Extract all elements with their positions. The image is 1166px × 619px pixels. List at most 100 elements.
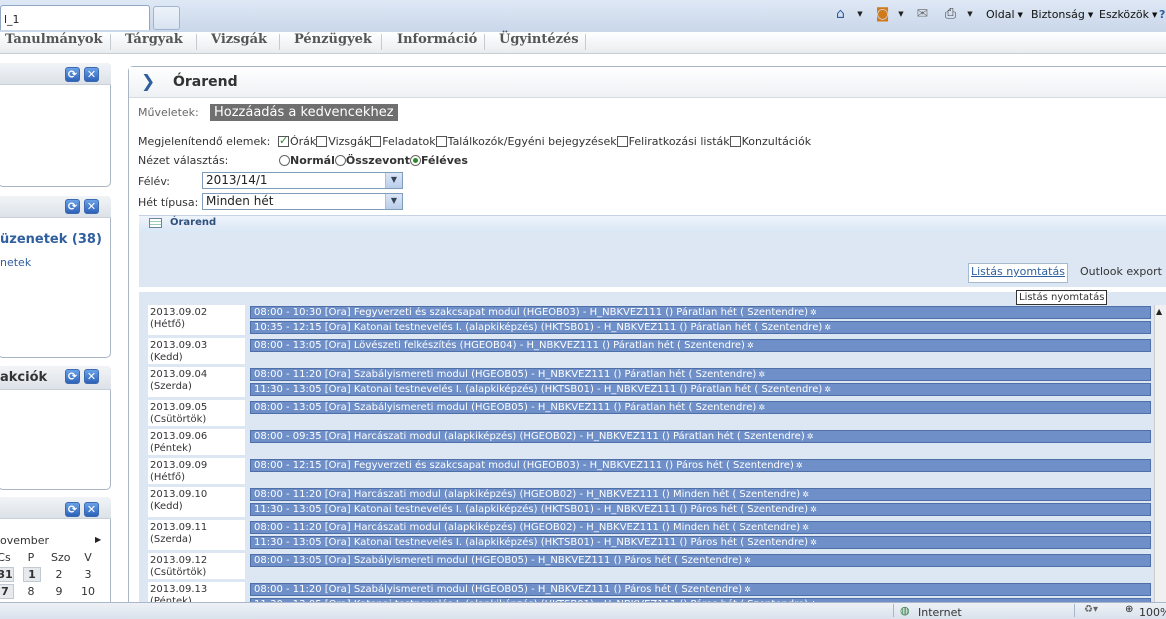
schedule-event[interactable]: 08:00 - 13:05 [Óra] Szabályismereti modu… <box>250 401 1151 414</box>
home-dropdown-icon[interactable]: ▼ <box>856 6 864 22</box>
radio-icon[interactable] <box>279 155 290 166</box>
checkbox-icon[interactable] <box>316 136 328 147</box>
add-to-favorites-button[interactable]: Hozzáadás a kedvencekhez <box>210 104 398 121</box>
close-icon[interactable]: ✕ <box>84 199 99 214</box>
menu-tanulmanyok[interactable]: Tanulmányok <box>5 32 103 53</box>
schedule-event[interactable]: 08:00 - 11:20 [Óra] Harcászati modul (al… <box>250 521 1151 534</box>
checkbox-icon[interactable] <box>435 136 447 147</box>
schedule-event[interactable]: 11:30 - 13:05 [Óra] Katonai testnevelés … <box>250 383 1151 396</box>
info-icon[interactable]: ✲ <box>810 505 817 514</box>
checkbox-feladatok[interactable]: Feladatok <box>370 135 436 148</box>
refresh-icon[interactable]: ⟳ <box>65 67 80 82</box>
week-type-select[interactable]: Minden hét ▼ <box>202 193 403 210</box>
semester-select[interactable]: 2013/14/1 ▼ <box>202 172 403 189</box>
info-icon[interactable]: ✲ <box>824 385 831 394</box>
checkbox-orak[interactable]: Órák <box>278 134 316 148</box>
checkbox-icon[interactable] <box>370 136 382 147</box>
info-icon[interactable]: ✲ <box>758 403 765 412</box>
menu-vizsgak[interactable]: Vizsgák <box>211 32 267 53</box>
chevron-down-icon[interactable]: ▼ <box>385 173 402 188</box>
schedule-event[interactable]: 08:00 - 11:20 [Óra] Harcászati modul (al… <box>250 488 1151 501</box>
calendar-day[interactable]: 8 <box>23 585 39 598</box>
new-tab-button[interactable] <box>153 6 180 30</box>
schedule-event[interactable]: 08:00 - 10:30 [Óra] Fegyverzeti és szakc… <box>250 306 1151 319</box>
info-icon[interactable]: ✲ <box>744 585 751 594</box>
schedule-event[interactable]: 08:00 - 13:05 [Óra] Szabályismereti modu… <box>250 554 1151 567</box>
calendar-day[interactable]: 7 <box>0 584 14 599</box>
info-icon[interactable]: ✲ <box>810 538 817 547</box>
rss-icon[interactable]: ◙ <box>874 6 891 22</box>
tools-menu[interactable]: Eszközök ▼ <box>1099 8 1157 21</box>
checkbox-icon[interactable] <box>729 136 741 147</box>
zoom-level[interactable]: 100% <box>1139 606 1166 619</box>
info-icon[interactable]: ✲ <box>796 461 803 470</box>
info-icon[interactable]: ✲ <box>744 556 751 565</box>
mail-icon[interactable]: ✉ <box>914 6 931 22</box>
radio-feleves[interactable]: Féléves <box>409 154 468 167</box>
info-icon[interactable]: ✲ <box>758 370 765 379</box>
print-icon[interactable]: ⎙ <box>942 6 959 22</box>
info-icon[interactable]: ✲ <box>824 323 831 332</box>
status-divider <box>1074 604 1075 617</box>
checkbox-vizsgak[interactable]: Vizsgák <box>316 135 370 148</box>
zoom-icon[interactable]: ⊕ <box>1125 604 1133 615</box>
help-icon[interactable]: ? <box>1159 8 1165 21</box>
refresh-icon[interactable]: ⟳ <box>65 199 80 214</box>
calendar-day[interactable]: 3 <box>80 568 96 581</box>
messages-count[interactable]: üzenetek (38) <box>0 232 102 247</box>
menu-penzugyek[interactable]: Pénzügyek <box>294 32 372 53</box>
radio-icon[interactable] <box>409 155 421 166</box>
messages-link[interactable]: netek <box>0 256 31 269</box>
rss-dropdown-icon[interactable]: ▼ <box>897 6 905 22</box>
schedule-event[interactable]: 10:35 - 12:15 [Óra] Katonai testnevelés … <box>250 321 1151 334</box>
checkbox-konzultaciok[interactable]: Konzultációk <box>729 135 811 148</box>
checkbox-icon[interactable] <box>616 136 628 147</box>
calendar-day[interactable]: 31 <box>0 567 14 582</box>
close-icon[interactable]: ✕ <box>84 369 99 384</box>
calendar-day-today[interactable]: 1 <box>23 567 41 582</box>
schedule-event[interactable]: 11:30 - 13:05 [Óra] Katonai testnevelés … <box>250 536 1151 549</box>
menu-ugyintezes[interactable]: Ügyintézés <box>499 32 579 53</box>
chevron-down-icon[interactable]: ▼ <box>385 194 402 209</box>
schedule-event[interactable]: 08:00 - 11:20 [Óra] Szabályismereti modu… <box>250 368 1151 381</box>
info-icon[interactable]: ✲ <box>747 341 754 350</box>
home-icon[interactable]: ⌂ <box>832 6 849 22</box>
list-print-link[interactable]: Listás nyomtatás <box>968 263 1068 283</box>
print-dropdown-icon[interactable]: ▼ <box>966 6 974 22</box>
page-menu[interactable]: Oldal ▼ <box>986 8 1023 21</box>
info-icon[interactable]: ✲ <box>802 490 809 499</box>
info-icon[interactable]: ✲ <box>807 432 814 441</box>
radio-osszevont[interactable]: Összevont <box>334 154 410 167</box>
calendar-day[interactable]: 10 <box>80 585 96 598</box>
close-icon[interactable]: ✕ <box>84 67 99 82</box>
outlook-export-link[interactable]: Outlook export <box>1080 265 1162 278</box>
checkbox-talalkozok[interactable]: Találkozók/Egyéni bejegyzések <box>435 135 617 148</box>
scrollbar[interactable]: ▲ <box>1154 305 1166 602</box>
menu-separator <box>585 34 586 50</box>
info-icon[interactable]: ✲ <box>810 308 817 317</box>
safety-menu[interactable]: Biztonság ▼ <box>1031 8 1093 21</box>
refresh-icon[interactable]: ⟳ <box>65 502 80 517</box>
refresh-icon[interactable]: ⟳ <box>65 369 80 384</box>
menu-targyak[interactable]: Tárgyak <box>125 32 183 53</box>
timetable-header <box>139 215 1166 234</box>
close-icon[interactable]: ✕ <box>84 502 99 517</box>
menu-informacio[interactable]: Információ <box>397 32 477 53</box>
calendar-next-icon[interactable]: ▶ <box>95 535 101 544</box>
schedule-event[interactable]: 11:30 - 13:05 [Óra] Katonai testnevelés … <box>250 503 1151 516</box>
schedule-event[interactable]: 08:00 - 09:35 [Óra] Harcászati modul (al… <box>250 430 1151 443</box>
protected-mode-icon[interactable]: ♻▾ <box>1084 604 1098 615</box>
schedule-event[interactable]: 08:00 - 12:15 [Óra] Fegyverzeti és szakc… <box>250 459 1151 472</box>
schedule-day-cell: 2013.09.13 (Péntek) <box>148 582 245 602</box>
checkbox-feliratkozasi[interactable]: Feliratkozási listák <box>616 135 730 148</box>
radio-icon[interactable] <box>334 155 346 166</box>
calendar-day[interactable]: 9 <box>51 585 67 598</box>
scroll-up-icon[interactable]: ▲ <box>1156 307 1162 316</box>
browser-tab[interactable]: l_1 <box>0 5 150 30</box>
radio-normal[interactable]: Normál <box>279 154 335 167</box>
checkbox-icon[interactable] <box>278 134 289 147</box>
schedule-event[interactable]: 08:00 - 13:05 [Óra] Lövészeti felkészíté… <box>250 339 1151 352</box>
info-icon[interactable]: ✲ <box>802 523 809 532</box>
calendar-day[interactable]: 2 <box>51 568 67 581</box>
schedule-event[interactable]: 08:00 - 11:20 [Óra] Szabályismereti modu… <box>250 583 1151 596</box>
